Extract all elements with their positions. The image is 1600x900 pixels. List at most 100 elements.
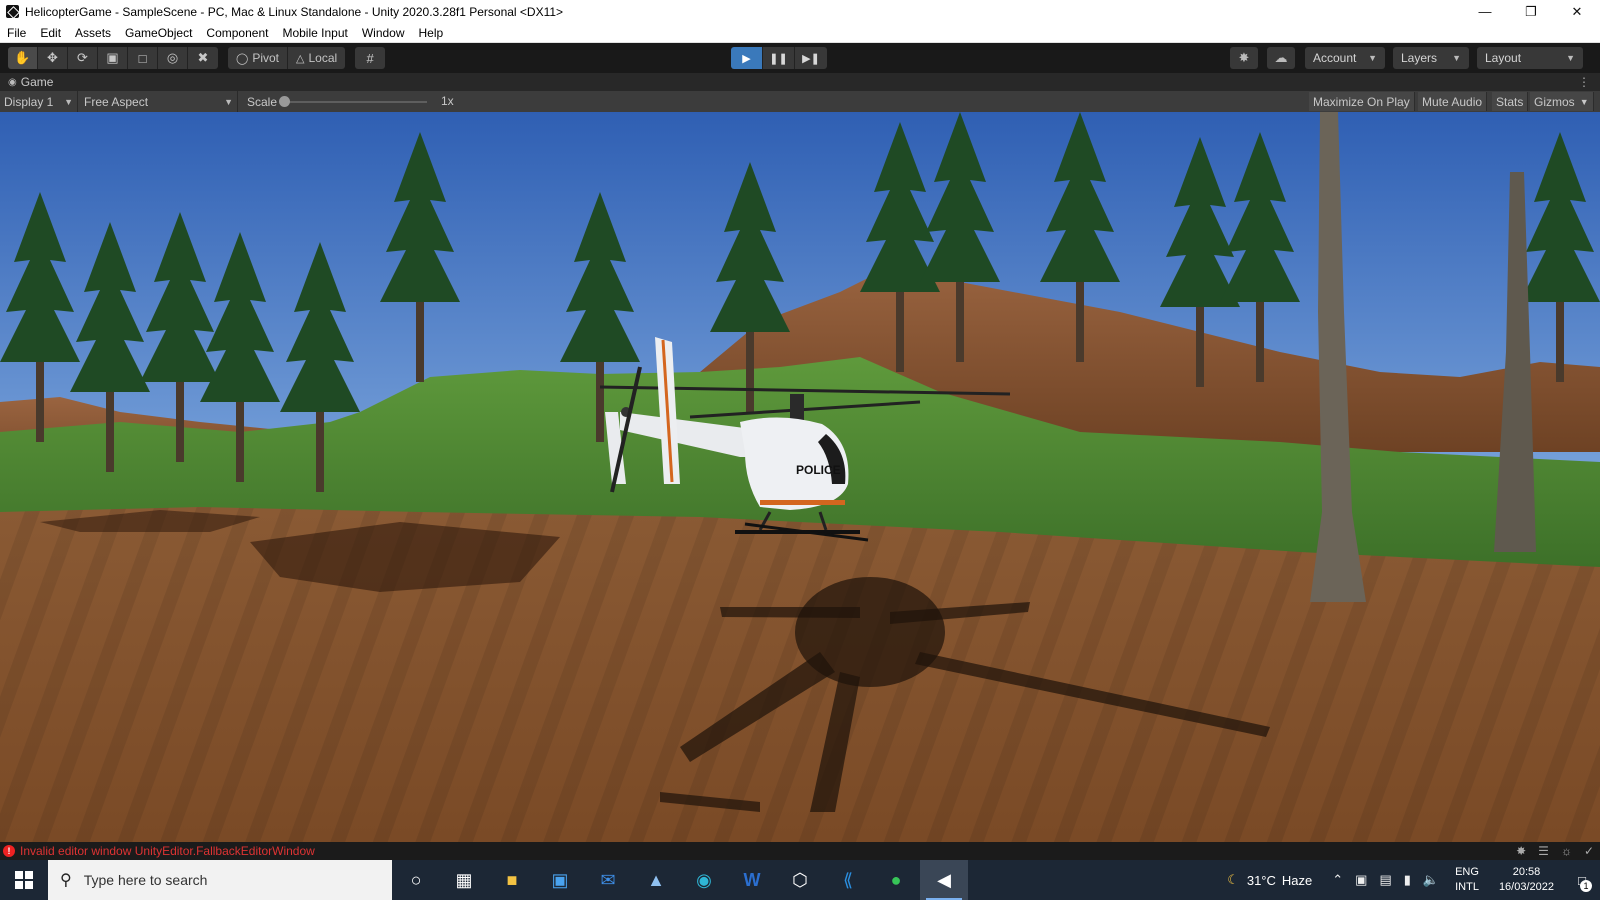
unity-hub-icon[interactable]: ⬡ [776, 860, 824, 900]
chevron-down-icon: ▼ [1452, 53, 1461, 63]
collab-icon[interactable]: ✸ [1230, 47, 1258, 69]
helicopter-police-text: POLICE [796, 463, 841, 477]
mail-icon[interactable]: ✉ [584, 860, 632, 900]
visual-studio-code-icon[interactable]: ⟪ [824, 860, 872, 900]
menu-assets[interactable]: Assets [68, 26, 118, 40]
console-error[interactable]: ! Invalid editor window UnityEditor.Fall… [3, 844, 315, 858]
rect-tool-icon[interactable]: □ [128, 47, 158, 69]
scale-slider-handle[interactable] [279, 96, 290, 107]
restore-icon[interactable]: ❐ [1508, 0, 1554, 23]
weather-temperature: 31°C [1246, 872, 1276, 888]
display-dropdown[interactable]: Display 1 ▼ [0, 91, 78, 112]
weather-widget[interactable]: ☾ 31°C Haze [1227, 872, 1312, 888]
check-icon[interactable]: ✓ [1584, 844, 1594, 858]
pivot-button[interactable]: ◯ Pivot [228, 47, 288, 69]
chevron-down-icon: ▼ [1579, 96, 1589, 107]
grid-snap-icon[interactable]: # [355, 47, 386, 69]
minimize-icon[interactable]: — [1462, 0, 1508, 23]
pause-icon[interactable]: ❚❚ [763, 47, 795, 69]
weather-condition: Haze [1281, 872, 1313, 888]
play-controls: ▶ ❚❚ ▶❚ [731, 47, 827, 69]
kebab-menu-icon[interactable]: ⋮ [1578, 75, 1590, 89]
lang-line1: ENG [1455, 866, 1479, 878]
chevron-down-icon: ▼ [64, 96, 73, 107]
layout-dropdown[interactable]: Layout ▼ [1477, 47, 1583, 69]
layout-label: Layout [1485, 51, 1522, 65]
microsoft-store-icon[interactable]: ▣ [536, 860, 584, 900]
unity-editor-icon[interactable]: ◀ [920, 860, 968, 900]
app-icon[interactable]: ▲ [632, 860, 680, 900]
lighting-icon[interactable]: ☼ [1561, 844, 1572, 858]
scale-control: Scale 1x [241, 91, 454, 112]
scale-tool-icon[interactable]: ▣ [98, 47, 128, 69]
word-icon[interactable]: W [728, 860, 776, 900]
aspect-label: Free Aspect [84, 94, 149, 109]
pivot-group: ◯ Pivot △ Local [228, 47, 346, 69]
close-icon[interactable]: ✕ [1554, 0, 1600, 23]
chevron-up-icon[interactable]: ⌃ [1332, 872, 1343, 888]
game-tab-bar: ◉ Game ⋮ [0, 73, 1600, 91]
edge-browser-icon[interactable]: ◉ [680, 860, 728, 900]
menu-mobile-input[interactable]: Mobile Input [275, 26, 354, 40]
battery-icon[interactable]: ▮ [1404, 872, 1411, 888]
grid-snap-group: # [355, 47, 386, 69]
menu-window[interactable]: Window [355, 26, 412, 40]
menu-gameobject[interactable]: GameObject [118, 26, 199, 40]
stats-button[interactable]: Stats [1492, 92, 1529, 111]
pivot-label: Pivot [252, 51, 279, 65]
move-tool-icon[interactable]: ✥ [38, 47, 68, 69]
status-icons: ✸ ☰ ☼ ✓ [1516, 844, 1594, 858]
menu-component[interactable]: Component [199, 26, 275, 40]
lang-line2: INTL [1455, 881, 1479, 893]
cloud-icon[interactable]: ☁ [1267, 47, 1295, 69]
menu-file[interactable]: File [0, 26, 33, 40]
local-button[interactable]: △ Local [288, 47, 346, 69]
notification-center-icon[interactable]: □ 1 [1564, 860, 1600, 900]
task-view-icon[interactable]: ▦ [440, 860, 488, 900]
bug-icon[interactable]: ✸ [1516, 844, 1526, 858]
menu-bar: File Edit Assets GameObject Component Mo… [0, 23, 1600, 43]
gizmos-label: Gizmos [1534, 94, 1575, 109]
scale-label: Scale [247, 94, 278, 109]
aspect-dropdown[interactable]: Free Aspect ▼ [80, 91, 238, 112]
rotate-tool-icon[interactable]: ⟳ [68, 47, 98, 69]
error-message: Invalid editor window UnityEditor.Fallba… [20, 844, 315, 858]
account-dropdown[interactable]: Account ▼ [1305, 47, 1385, 69]
menu-edit[interactable]: Edit [33, 26, 68, 40]
meet-now-icon[interactable]: ▣ [1355, 872, 1367, 888]
gizmos-button[interactable]: Gizmos ▼ [1530, 92, 1594, 111]
scale-slider-track[interactable] [285, 101, 427, 103]
taskbar-clock[interactable]: 20:58 16/03/2022 [1499, 865, 1554, 895]
input-language[interactable]: ENG INTL [1455, 865, 1479, 895]
weather-moon-icon: ☾ [1227, 872, 1239, 887]
hand-tool-icon[interactable]: ✋ [8, 47, 38, 69]
windows-start-icon[interactable] [0, 860, 48, 900]
clock-date: 16/03/2022 [1498, 881, 1554, 893]
mute-audio-button[interactable]: Mute Audio [1418, 92, 1488, 111]
network-icon[interactable]: ▤ [1379, 872, 1391, 888]
game-viewport[interactable]: POLICE [0, 112, 1600, 842]
gamepad-icon: ◉ [8, 76, 17, 88]
clock-time: 20:58 [1512, 866, 1541, 878]
menu-help[interactable]: Help [412, 26, 451, 40]
local-icon: △ [296, 52, 305, 65]
step-icon[interactable]: ▶❚ [795, 47, 827, 69]
pivot-icon: ◯ [236, 52, 249, 65]
maximize-on-play-button[interactable]: Maximize On Play [1309, 92, 1415, 111]
transform-tools: ✋ ✥ ⟳ ▣ □ ◎ ✖ [8, 47, 218, 69]
scale-value: 1x [441, 94, 454, 108]
status-bar: ! Invalid editor window UnityEditor.Fall… [0, 842, 1600, 860]
play-icon[interactable]: ▶ [731, 47, 763, 69]
custom-tool-icon[interactable]: ✖ [188, 47, 218, 69]
layers-icon[interactable]: ☰ [1538, 844, 1549, 858]
cortana-icon[interactable]: ○ [392, 860, 440, 900]
tab-game[interactable]: ◉ Game [0, 75, 53, 89]
whatsapp-icon[interactable]: ● [872, 860, 920, 900]
chevron-down-icon: ▼ [1566, 53, 1575, 63]
display-label: Display 1 [4, 94, 54, 109]
taskbar-search-box[interactable]: ⚲ Type here to search [48, 860, 392, 900]
volume-icon[interactable]: 🔈 [1423, 872, 1439, 888]
file-explorer-icon[interactable]: ■ [488, 860, 536, 900]
layers-dropdown[interactable]: Layers ▼ [1393, 47, 1469, 69]
transform-tool-icon[interactable]: ◎ [158, 47, 188, 69]
